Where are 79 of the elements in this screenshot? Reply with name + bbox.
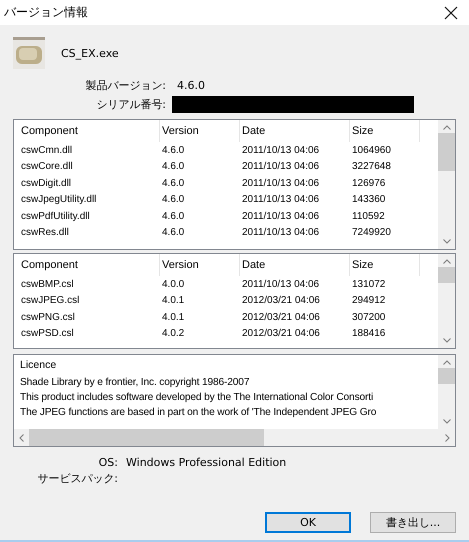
- table-cell-text: 1064960: [351, 144, 392, 156]
- scroll-down-icon[interactable]: [442, 419, 450, 424]
- licence-line: The JPEG functions are based in part on the work of 'The Independent JPEG Gro: [20, 406, 378, 420]
- table-cell-text: 307200: [351, 312, 386, 323]
- table-cell-text: cswPNG.csl: [20, 312, 76, 323]
- table-cell-text: 4.6.0: [161, 144, 186, 156]
- table-cell-text: cswBMP.csl: [20, 278, 75, 290]
- licence-line: This product includes software developed by the The International Color Consorti: [20, 391, 374, 405]
- field-value: 4.6.0: [177, 78, 205, 92]
- table-cell-text: 126976: [351, 178, 386, 189]
- scroll-thumb[interactable]: [29, 429, 264, 446]
- table-cell-text: 2011/10/13 04:06: [241, 278, 320, 290]
- table-cell-text: 4.6.0: [161, 178, 186, 189]
- column-header[interactable]: Component: [19, 120, 160, 142]
- table-cell-text: 4.6.0: [161, 227, 186, 238]
- scroll-thumb[interactable]: [438, 133, 455, 171]
- field-label: 製品バージョン:: [84, 78, 166, 92]
- column-header[interactable]: Version: [160, 120, 240, 142]
- scroll-thumb[interactable]: [438, 267, 455, 283]
- dialog-button[interactable]: OK: [265, 512, 351, 533]
- table-cell-text: cswJPEG.csl: [20, 295, 80, 306]
- table-cell-text: cswCmn.dll: [20, 144, 74, 156]
- table-cell-text: cswPdfUtility.dll: [20, 210, 91, 222]
- table-cell-text: 188416: [351, 328, 386, 340]
- scrollbar[interactable]: [438, 254, 455, 348]
- scroll-up-icon[interactable]: [442, 360, 450, 365]
- table-cell-text: 4.6.0: [161, 210, 186, 222]
- table-cell-text: 2012/03/21 04:06: [241, 312, 321, 323]
- dialog-button[interactable]: 書き出し...: [370, 512, 456, 533]
- table-cell-text: 2011/10/13 04:06: [241, 161, 320, 172]
- table-cell-text: cswDigit.dll: [20, 178, 72, 189]
- table-cell-text: 4.0.1: [161, 295, 186, 306]
- table-cell-text: cswJpegUtility.dll: [20, 194, 98, 206]
- table-cell-text: cswCore.dll: [20, 161, 74, 172]
- table-cell-text: 131072: [351, 278, 386, 290]
- table-cell-text: 4.0.2: [161, 328, 186, 340]
- scrollbar[interactable]: [438, 120, 455, 249]
- table-cell-text: 3227648: [351, 161, 392, 172]
- scroll-down-icon[interactable]: [442, 338, 450, 343]
- licence-line: Shade Library by e frontier, Inc. copyright 1986-2007: [20, 376, 250, 390]
- column-header[interactable]: Component: [19, 254, 160, 276]
- table-cell-text: 110592: [351, 210, 386, 222]
- table-cell-text: 2011/10/13 04:06: [241, 210, 320, 222]
- table-cell-text: 2011/10/13 04:06: [241, 194, 320, 206]
- window-title: バージョン情報: [4, 4, 88, 21]
- scroll-right-icon[interactable]: [445, 434, 450, 442]
- column-header[interactable]: Size: [350, 254, 420, 276]
- licence-heading: Licence: [20, 359, 58, 371]
- scroll-left-icon[interactable]: [19, 434, 24, 442]
- table-cell-text: 2011/10/13 04:06: [241, 227, 320, 238]
- scroll-thumb[interactable]: [438, 368, 455, 384]
- scroll-down-icon[interactable]: [442, 239, 450, 244]
- scrollbar[interactable]: [438, 355, 455, 429]
- field-label: サービスパック:: [36, 471, 118, 486]
- field-label: OS:: [98, 456, 118, 469]
- close-icon[interactable]: [444, 6, 458, 20]
- file-name: CS_EX.exe: [61, 46, 119, 60]
- table-cell-text: 294912: [351, 295, 386, 306]
- table-cell-text: cswRes.dll: [20, 227, 70, 238]
- table-cell-text: 2012/03/21 04:06: [241, 328, 321, 340]
- table-cell-text: 4.0.1: [161, 312, 186, 323]
- table-cell-text: 2011/10/13 04:06: [241, 144, 320, 156]
- table-cell-text: cswPSD.csl: [20, 328, 75, 340]
- table-cell-text: 4.6.0: [161, 161, 186, 172]
- column-header[interactable]: Size: [350, 120, 420, 142]
- scroll-up-icon[interactable]: [442, 259, 450, 264]
- table-cell-text: 7249920: [351, 227, 392, 238]
- app-icon: [13, 37, 45, 69]
- scroll-up-icon[interactable]: [442, 125, 450, 130]
- column-header[interactable]: Version: [160, 254, 240, 276]
- column-header[interactable]: Date: [240, 254, 350, 276]
- table-cell-text: 2011/10/13 04:06: [241, 178, 320, 189]
- table-cell-text: 4.6.0: [161, 194, 186, 206]
- table-cell-text: 4.0.0: [161, 278, 186, 290]
- column-header[interactable]: Date: [240, 120, 350, 142]
- field-value: Windows Professional Edition: [126, 456, 286, 469]
- table-cell-text: 2012/03/21 04:06: [241, 295, 321, 306]
- table-cell-text: 143360: [351, 194, 386, 206]
- field-label: シリアル番号:: [95, 96, 166, 112]
